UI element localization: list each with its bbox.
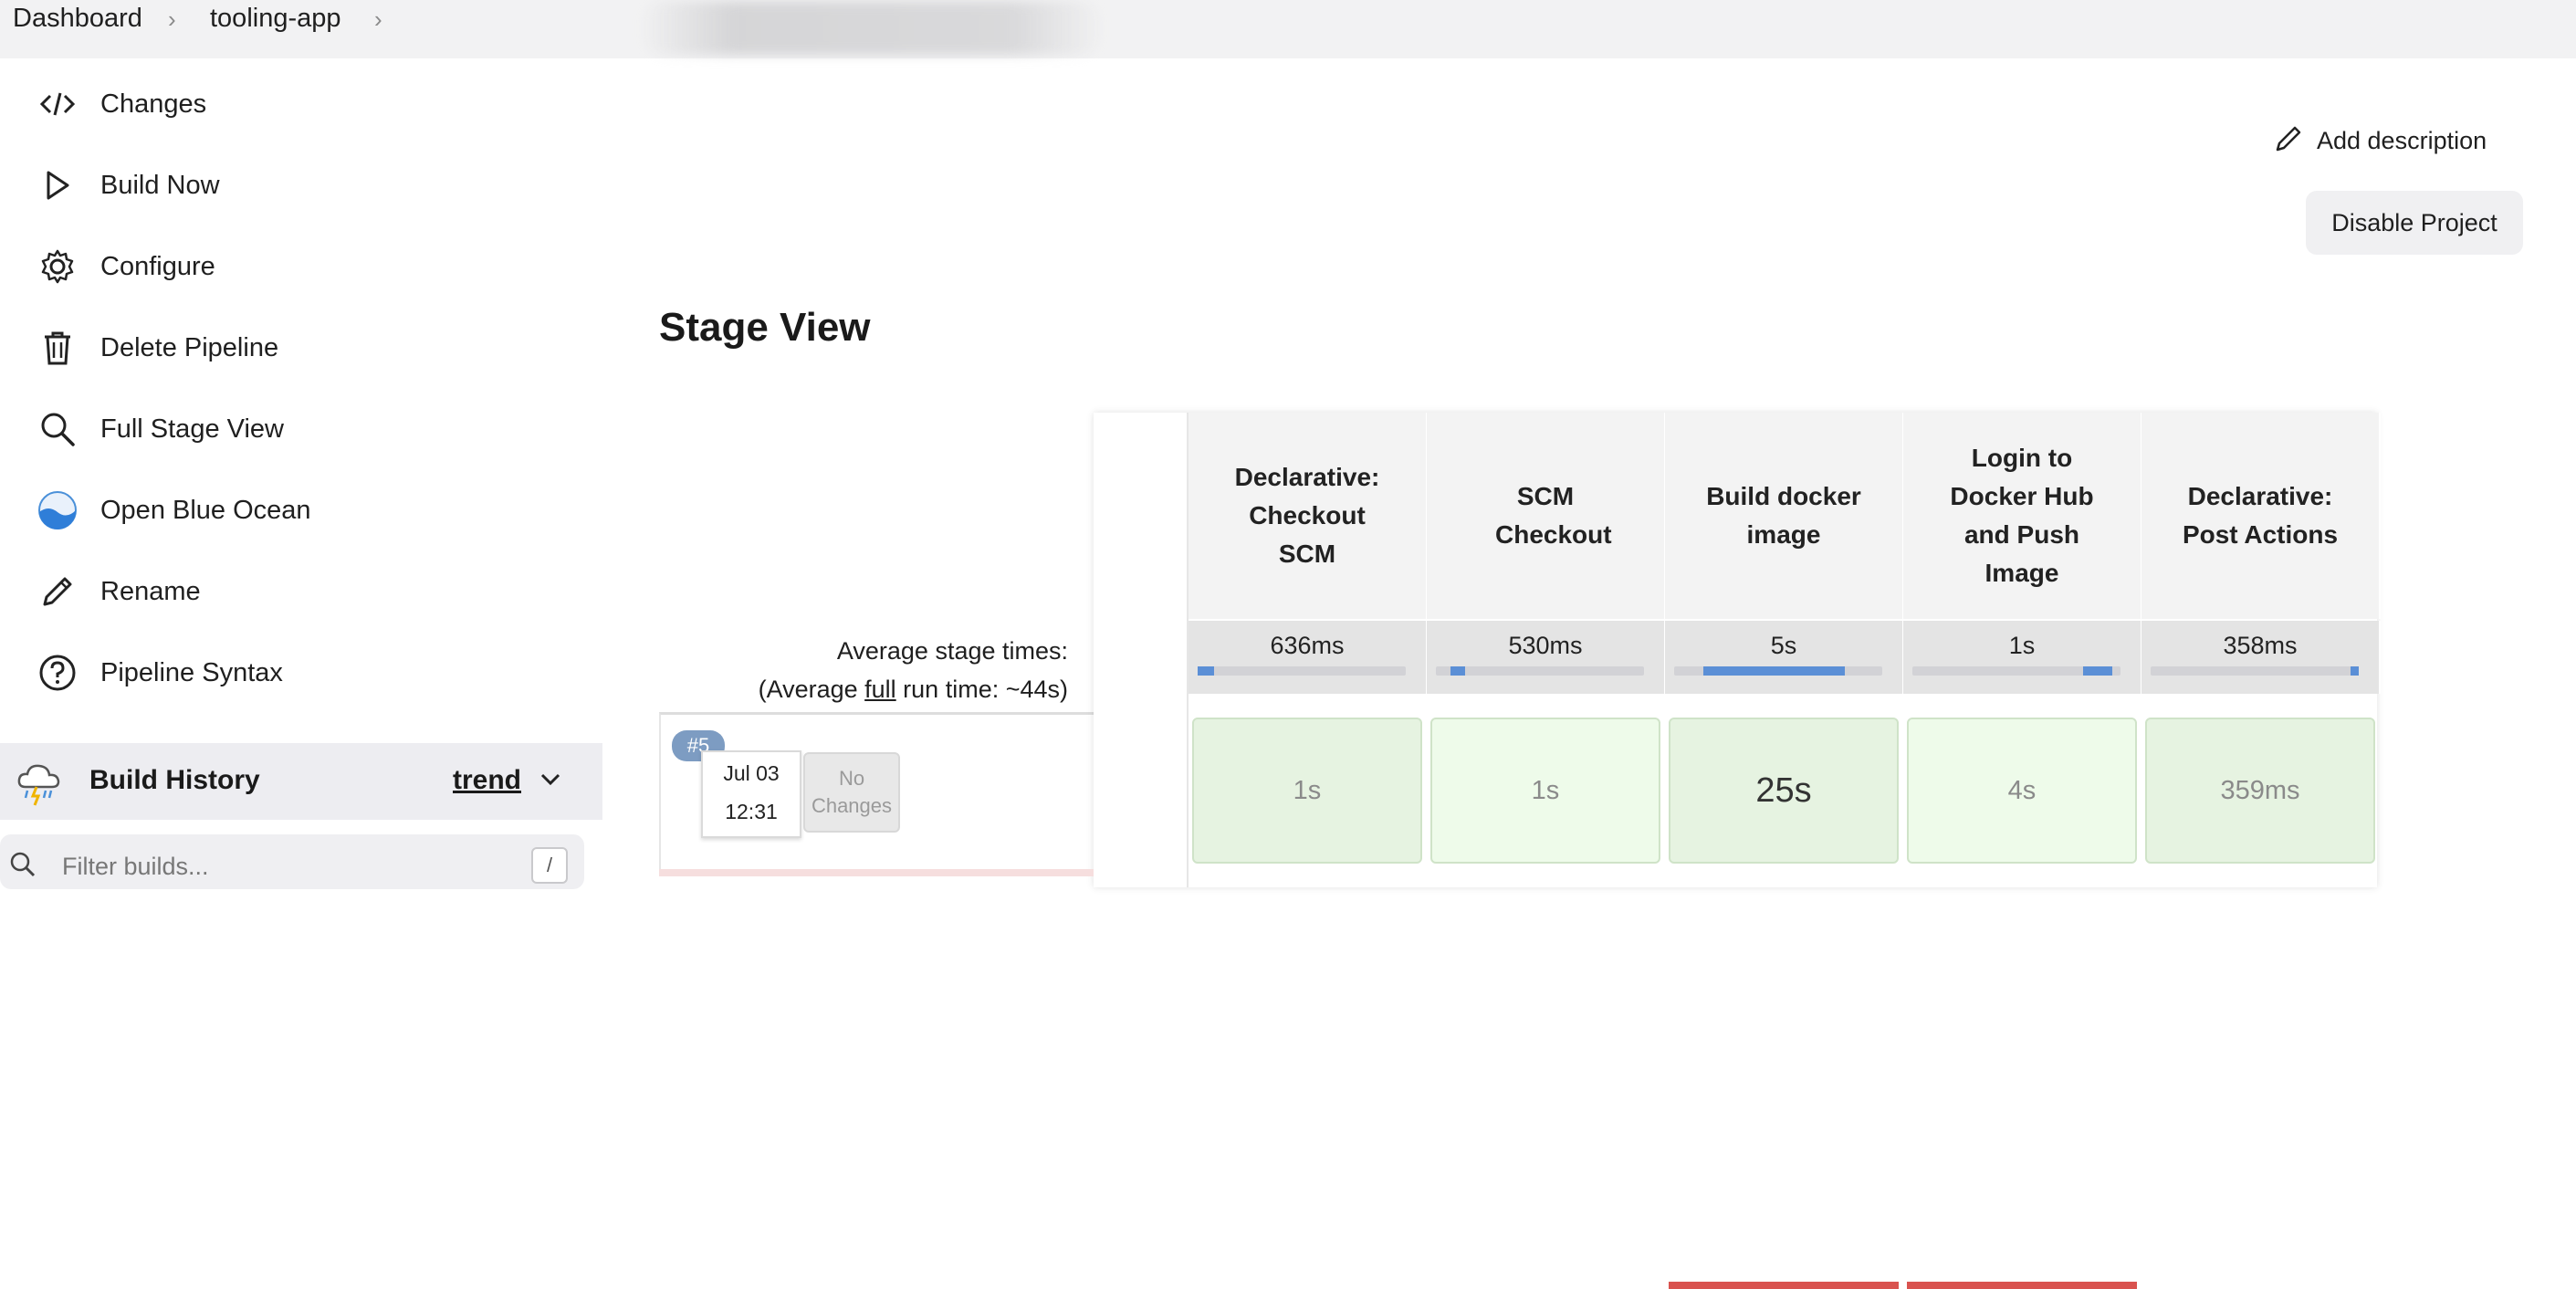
stage-name: Build docker image [1706,482,1861,549]
stage-header-scm-checkout: SCM Checkout [1427,413,1666,619]
stage-header-declarative-checkout-scm: Declarative: Checkout SCM [1189,413,1428,619]
stage-avg-time: 358ms [2141,621,2381,694]
sidebar-item-label: Changes [100,89,207,119]
breadcrumb-dashboard[interactable]: Dashboard [13,4,142,34]
avg-time-bar-fill [2351,666,2359,676]
sidebar-item-pipeline-syntax[interactable]: Pipeline Syntax [37,645,584,700]
sidebar-item-full-stage-view[interactable]: Full Stage View [37,402,584,456]
average-stage-times-line: Average stage times: [836,637,1068,665]
play-icon [37,164,79,206]
avg-time-bar-fill [1198,666,1214,676]
build-history-title: Build History [89,765,260,795]
pencil-icon [2273,123,2304,159]
avg-time-value: 530ms [1508,632,1583,659]
avg-time-value: 636ms [1270,632,1345,659]
avg-suffix: run time: ~44s) [895,676,1068,703]
stage-header-build-docker-image: Build docker image [1665,413,1904,619]
sidebar-item-open-blue-ocean[interactable]: Open Blue Ocean [37,483,584,538]
search-icon [9,851,37,883]
trash-icon [37,327,79,369]
sidebar-item-label: Pipeline Syntax [100,657,283,687]
stage-name: SCM Checkout [1495,482,1612,549]
sidebar-item-changes[interactable]: Changes [37,77,584,131]
search-area [639,2,1105,55]
avg-time-value: 5s [1770,632,1797,659]
avg-time-value: 358ms [2223,632,2298,659]
stage-name: Declarative: Post Actions [2182,482,2339,549]
failed-stage-edge [1669,1282,1899,1289]
search-icon [37,408,79,450]
stage-avg-time: 1s [1903,621,2142,694]
add-description-label: Add description [2317,126,2487,154]
stage-cell-success[interactable]: 4s [1907,718,2137,864]
sidebar-item-rename[interactable]: Rename [37,564,584,619]
avg-prefix: (Average [758,676,865,703]
avg-time-value: 1s [2008,632,2036,659]
sidebar-item-label: Build Now [100,170,220,200]
sidebar-item-label: Configure [100,251,215,281]
stage-cell-success[interactable]: 25s [1669,718,1899,864]
sidebar-item-label: Delete Pipeline [100,332,279,362]
stage-name: Login to Docker Hub and Push Image [1950,444,2094,587]
average-run-time-line: (Average full run time: ~44s) [759,670,1068,708]
breadcrumb-tooling-app[interactable]: tooling-app [210,4,341,34]
pencil-icon [37,571,79,613]
avg-time-bar-fill [2083,666,2112,676]
top-bar: Dashboard › tooling-app › [0,0,2576,58]
sidebar-item-label: Rename [100,576,201,606]
add-description-button[interactable]: Add description [2273,122,2487,159]
stage-avg-time: 530ms [1427,621,1666,694]
avg-time-bar-fill [1703,666,1845,676]
sidebar-item-configure[interactable]: Configure [37,239,584,294]
sidebar-item-build-now[interactable]: Build Now [37,158,584,213]
average-stage-times-label: Average stage times: (Average full run t… [759,632,1068,708]
avg-time-bar [1198,666,1406,676]
stage-header-login-docker-hub: Login to Docker Hub and Push Image [1903,413,2142,619]
disable-project-button[interactable]: Disable Project [2306,191,2523,255]
stage-avg-time: 5s [1665,621,1904,694]
avg-time-bar [1674,666,1882,676]
stage-view-table: Declarative: Checkout SCM SCM Checkout B… [1094,413,2381,1289]
weather-storm-icon [15,758,64,812]
breadcrumb-separator-icon[interactable]: › [374,5,382,34]
filter-builds-input[interactable]: Filter builds... / [0,834,584,889]
filter-placeholder: Filter builds... [62,853,209,880]
stage-avg-time: 636ms [1189,621,1428,694]
failed-build-row-edge [659,869,1094,876]
sidebar-item-label: Full Stage View [100,414,284,444]
stage-name: Declarative: Checkout SCM [1234,463,1380,568]
stage-cell-success[interactable]: 359ms [2145,718,2375,864]
stage-table-spacer [1094,413,1189,887]
keyboard-shortcut-hint: / [531,847,568,884]
avg-time-bar [2151,666,2359,676]
sidebar-item-delete-pipeline[interactable]: Delete Pipeline [37,320,584,375]
build-changes[interactable]: No Changes [803,752,900,833]
trend-link[interactable]: trend [453,765,521,796]
blue-ocean-icon [37,489,79,531]
full-run-time-link[interactable]: full [864,676,896,703]
code-icon [37,83,79,125]
stage-cell-success[interactable]: 1s [1430,718,1660,864]
avg-time-bar [1436,666,1644,676]
build-date-card[interactable]: Jul 03 12:31 [701,750,801,838]
build-time: 12:31 [725,800,778,823]
stage-view-title: Stage View [659,305,871,350]
avg-time-bar-fill [1450,666,1465,676]
avg-time-bar [1912,666,2120,676]
build-history-header: Build History trend [0,743,602,820]
chevron-down-icon[interactable] [539,770,562,793]
stage-header-declarative-post-actions: Declarative: Post Actions [2141,413,2381,619]
breadcrumb-separator-icon[interactable]: › [168,5,176,34]
help-icon [37,652,79,694]
sidebar-item-label: Open Blue Ocean [100,495,311,525]
build-date: Jul 03 [723,761,780,785]
gear-icon [37,246,79,288]
failed-stage-edge [1907,1282,2137,1289]
stage-cell-success[interactable]: 1s [1192,718,1422,864]
